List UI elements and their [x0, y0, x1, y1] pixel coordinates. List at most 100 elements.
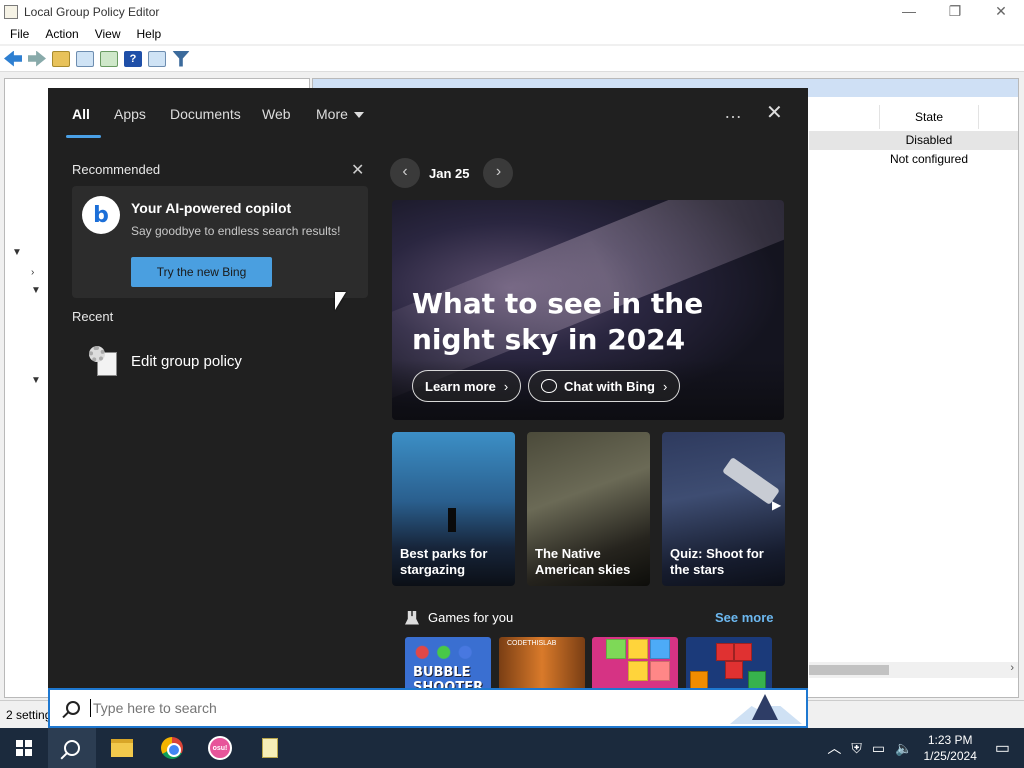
mouse-cursor — [335, 292, 346, 310]
game-tetris[interactable] — [686, 637, 772, 688]
export-list-icon[interactable] — [100, 50, 118, 67]
see-more-link[interactable]: See more — [715, 610, 774, 625]
date-label: Jan 25 — [429, 165, 470, 181]
menu-file[interactable]: File — [10, 27, 29, 41]
search-icon — [66, 701, 80, 715]
notepad-button[interactable] — [246, 728, 294, 768]
scroll-right-icon[interactable]: › — [1010, 662, 1014, 674]
help-icon[interactable]: ? — [124, 50, 142, 67]
show-hidden-icons-icon[interactable]: ︿ — [827, 738, 841, 758]
search-input[interactable] — [93, 700, 693, 716]
taskbar-search-box[interactable] — [48, 688, 808, 728]
scrollbar-thumb[interactable] — [809, 665, 889, 675]
properties-icon[interactable] — [148, 50, 166, 67]
game-block-puzzle[interactable] — [592, 637, 678, 688]
recent-heading: Recent — [72, 309, 114, 324]
tab-more[interactable]: More — [316, 106, 364, 122]
state-cell: Disabled — [905, 133, 953, 147]
file-explorer-button[interactable] — [98, 728, 146, 768]
group-policy-icon — [89, 346, 119, 376]
active-tab-indicator — [66, 135, 101, 138]
silhouette-figure — [448, 508, 456, 532]
learn-more-label: Learn more — [425, 378, 496, 394]
toolbar: ? — [0, 46, 1024, 72]
notifications-icon[interactable]: ▭ — [995, 738, 1010, 758]
chat-with-bing-label: Chat with Bing — [564, 378, 655, 394]
previous-day-icon[interactable]: ‹ — [390, 158, 420, 188]
tile-native-american-skies[interactable]: The Native American skies — [527, 432, 650, 586]
taskbar-search-button[interactable] — [48, 728, 96, 768]
back-arrow-icon[interactable] — [4, 50, 22, 67]
carousel-next-icon[interactable]: ▶ — [772, 498, 781, 512]
game-bubble-shooter[interactable]: BUBBLE SHOOTER HD — [405, 637, 491, 688]
tile-stars-quiz[interactable]: Quiz: Shoot for the stars — [662, 432, 785, 586]
menu-bar: File Action View Help — [0, 24, 1024, 44]
menu-help[interactable]: Help — [137, 27, 162, 41]
chat-icon — [541, 379, 557, 393]
games-header: Games for you — [405, 610, 513, 625]
osu-icon: osu! — [208, 736, 232, 760]
window-controls: — ❐ ✕ — [886, 0, 1024, 24]
copilot-card[interactable]: b Your AI-powered copilot Say goodbye to… — [72, 186, 368, 298]
chevron-right-icon: › — [663, 378, 668, 394]
clock-date: 1/25/2024 — [923, 749, 977, 763]
volume-muted-icon[interactable]: 🔈 — [895, 740, 912, 757]
menu-action[interactable]: Action — [45, 27, 78, 41]
recommended-heading: Recommended — [72, 162, 161, 177]
copilot-subtitle: Say goodbye to endless search results! — [131, 224, 341, 238]
status-text: 2 setting — [6, 708, 52, 722]
horizontal-scrollbar[interactable]: › — [809, 662, 1018, 678]
hero-title: What to see in the night sky in 2024 — [412, 287, 704, 356]
try-bing-button[interactable]: Try the new Bing — [131, 257, 272, 287]
close-icon[interactable]: ✕ — [766, 100, 783, 125]
tab-apps[interactable]: Apps — [114, 106, 146, 122]
maximize-button[interactable]: ❐ — [932, 0, 978, 24]
learn-more-button[interactable]: Learn more › — [412, 370, 522, 402]
up-folder-icon[interactable] — [52, 50, 70, 67]
next-day-icon[interactable]: › — [483, 158, 514, 188]
game-publisher-text: CODETHISLAB — [507, 640, 557, 647]
taskbar: osu! ︿ ⛨ ▭ 🔈 1:23 PM 1/25/2024 ▭ — [0, 728, 1024, 768]
dismiss-recommended-icon[interactable]: ✕ — [351, 160, 364, 180]
search-icon — [64, 740, 80, 756]
security-icon[interactable]: ⛨ — [851, 740, 862, 757]
window-title: Local Group Policy Editor — [24, 5, 160, 19]
start-button[interactable] — [0, 728, 48, 768]
game-chess[interactable]: CODETHISLAB — [499, 637, 585, 688]
caret-down-icon — [353, 112, 364, 119]
tab-documents[interactable]: Documents — [170, 106, 241, 122]
chess-piece-icon — [405, 610, 419, 625]
expand-chevron-icon[interactable]: ▼ — [31, 375, 41, 386]
forward-arrow-icon[interactable] — [28, 50, 46, 67]
chrome-button[interactable] — [148, 728, 196, 768]
tab-web[interactable]: Web — [262, 106, 291, 122]
chat-with-bing-button[interactable]: Chat with Bing › — [528, 370, 681, 402]
close-window-button[interactable]: ✕ — [978, 0, 1024, 24]
recent-item-label: Edit group policy — [131, 352, 242, 370]
expand-chevron-icon[interactable]: ▼ — [31, 285, 41, 296]
menu-view[interactable]: View — [95, 27, 121, 41]
recent-item[interactable]: Edit group policy — [72, 338, 368, 384]
state-column-header[interactable]: State — [879, 105, 979, 129]
expand-chevron-icon[interactable]: ▼ — [12, 247, 22, 258]
osu-button[interactable]: osu! — [196, 728, 244, 768]
tab-all[interactable]: All — [72, 106, 90, 122]
tile-stargazing-parks[interactable]: Best parks for stargazing — [392, 432, 515, 586]
text-caret — [90, 699, 91, 717]
search-tabs: All Apps Documents Web More … ✕ — [48, 88, 808, 140]
game-title-text: BUBBLE SHOOTER HD — [413, 665, 484, 688]
show-hide-tree-icon[interactable] — [76, 50, 94, 67]
filter-icon[interactable] — [172, 50, 190, 67]
tab-more-label: More — [316, 106, 348, 122]
minimize-button[interactable]: — — [886, 0, 932, 24]
date-navigator: ‹ Jan 25 › — [390, 158, 514, 188]
network-icon[interactable]: ▭ — [872, 740, 885, 757]
chevron-right-icon: › — [503, 378, 509, 394]
chrome-icon — [161, 737, 183, 759]
collapse-chevron-icon[interactable]: › — [31, 267, 34, 278]
hero-card[interactable]: What to see in the night sky in 2024 Lea… — [392, 200, 784, 420]
system-tray: ︿ ⛨ ▭ 🔈 1:23 PM 1/25/2024 ▭ — [822, 728, 1024, 768]
bing-logo-icon: b — [82, 196, 120, 234]
clock[interactable]: 1:23 PM 1/25/2024 — [923, 732, 976, 764]
more-options-icon[interactable]: … — [724, 102, 743, 123]
